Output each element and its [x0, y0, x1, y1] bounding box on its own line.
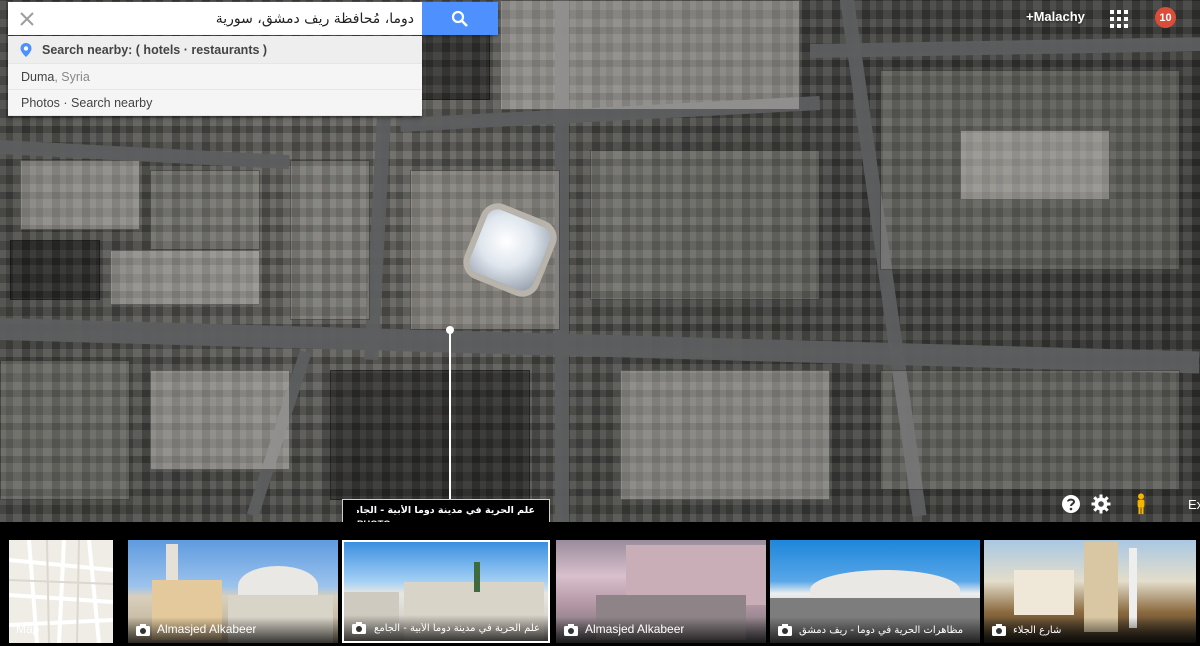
- thumbnail-caption: شارع الجلاء: [984, 617, 1196, 643]
- close-icon: [20, 11, 34, 26]
- help-icon[interactable]: [1060, 493, 1082, 515]
- camera-icon: [778, 624, 792, 636]
- expand-label[interactable]: Ex: [1188, 497, 1200, 512]
- pegman-icon[interactable]: [1130, 493, 1152, 515]
- tooltip-title: علم الحرية في مدينة دوما الأبية - الجامع…: [357, 505, 535, 516]
- road: [810, 37, 1200, 58]
- photo-caption: Almasjed Alkabeer: [157, 622, 257, 636]
- close-icon[interactable]: [8, 2, 46, 35]
- search-button[interactable]: [422, 2, 498, 35]
- map-thumbnail[interactable]: Map: [9, 540, 113, 643]
- thumbnail-caption: مظاهرات الحرية في دوما - ريف دمشق: [770, 617, 980, 643]
- thumbnail-caption: علم الحرية في مدينة دوما الأبية - الجامع…: [344, 615, 548, 641]
- building: [0, 360, 130, 500]
- search-bar: [8, 2, 498, 35]
- building: [290, 160, 370, 320]
- suggestion-photos[interactable]: Photos · Search nearby: [8, 90, 422, 116]
- apps-grid-icon[interactable]: [1110, 10, 1128, 28]
- photo-location-dot[interactable]: [446, 326, 454, 334]
- photo-thumbnail[interactable]: شارع الجلاء: [984, 540, 1196, 643]
- photo-caption: Almasjed Alkabeer: [585, 622, 685, 636]
- notification-badge[interactable]: 10: [1155, 7, 1176, 28]
- thumbnail-caption: Almasjed Alkabeer: [556, 617, 766, 643]
- road: [0, 318, 1200, 374]
- building: [20, 160, 140, 230]
- camera-icon: [352, 622, 366, 634]
- building: [10, 240, 100, 300]
- camera-icon: [564, 624, 578, 636]
- search-suggestions: Search nearby: ( hotels · restaurants ) …: [8, 36, 422, 116]
- photo-thumbnail[interactable]: Almasjed Alkabeer: [128, 540, 338, 643]
- suggestion-duma[interactable]: Duma , Syria: [8, 64, 422, 90]
- building: [620, 370, 830, 500]
- building: [960, 130, 1110, 200]
- building: [150, 370, 290, 470]
- suggestion-label: Search nearby: ( hotels · restaurants ): [42, 42, 268, 57]
- search-input[interactable]: [46, 2, 422, 35]
- suggestion-label: Photos · Search nearby: [21, 95, 153, 110]
- building: [330, 370, 530, 500]
- photo-caption: علم الحرية في مدينة دوما الأبية - الجامع…: [373, 623, 540, 634]
- photo-thumbnail[interactable]: مظاهرات الحرية في دوما - ريف دمشق: [770, 540, 980, 643]
- building: [150, 170, 260, 250]
- suggestion-sublabel: , Syria: [54, 69, 90, 84]
- suggestion-search-nearby[interactable]: Search nearby: ( hotels · restaurants ): [8, 36, 422, 64]
- photo-pointer-line: [449, 330, 451, 500]
- gear-icon[interactable]: [1090, 493, 1112, 515]
- search-icon: [451, 10, 468, 27]
- building: [590, 150, 820, 300]
- camera-icon: [136, 624, 150, 636]
- photo-filmstrip: Map Almasjed Alkabeer علم الحرية في مدين…: [0, 522, 1200, 646]
- map-label: Map: [16, 622, 40, 636]
- thumbnail-caption: Almasjed Alkabeer: [128, 617, 338, 643]
- photo-thumbnail-selected[interactable]: علم الحرية في مدينة دوما الأبية - الجامع…: [342, 540, 550, 643]
- user-profile-link[interactable]: +Malachy: [1026, 9, 1085, 24]
- building: [500, 0, 800, 110]
- photo-caption: مظاهرات الحرية في دوما - ريف دمشق: [799, 625, 964, 636]
- suggestion-label: Duma: [21, 69, 55, 84]
- photo-thumbnail[interactable]: Almasjed Alkabeer: [556, 540, 766, 643]
- camera-icon: [992, 624, 1006, 636]
- location-pin-icon: [20, 42, 32, 57]
- thumbnail-caption: Map: [9, 617, 113, 643]
- building: [880, 370, 1180, 490]
- building: [110, 250, 260, 305]
- photo-caption: شارع الجلاء: [1013, 625, 1062, 636]
